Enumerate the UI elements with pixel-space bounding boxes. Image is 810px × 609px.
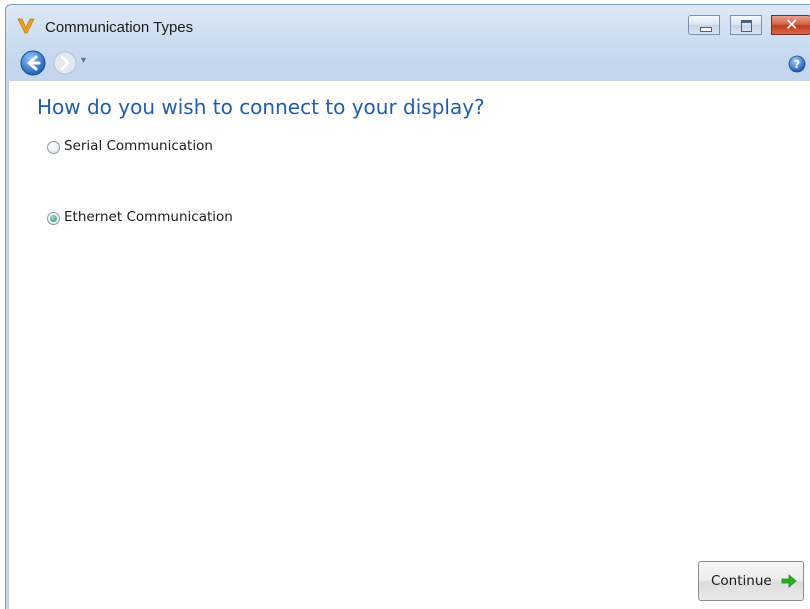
app-window: Communication Types ✕ ▾ ? How do you wis… xyxy=(5,4,810,609)
green-arrow-icon xyxy=(781,574,797,588)
continue-button-label: Continue xyxy=(711,573,772,589)
title-bar[interactable]: Communication Types ✕ xyxy=(6,5,810,41)
svg-text:?: ? xyxy=(794,58,800,71)
serial-radio[interactable] xyxy=(47,141,60,154)
maximize-button[interactable] xyxy=(730,15,762,35)
forward-arrow-icon[interactable] xyxy=(53,51,77,75)
maximize-icon xyxy=(741,20,752,32)
minimize-icon xyxy=(700,27,712,32)
close-button[interactable]: ✕ xyxy=(771,15,810,35)
window-title: Communication Types xyxy=(45,19,194,36)
back-arrow-icon[interactable] xyxy=(20,50,46,76)
page-heading: How do you wish to connect to your displ… xyxy=(37,95,485,119)
serial-option-label[interactable]: Serial Communication xyxy=(64,138,213,154)
nav-dropdown-icon[interactable]: ▾ xyxy=(81,55,86,66)
app-logo-icon xyxy=(17,18,35,34)
ethernet-radio[interactable] xyxy=(47,212,60,225)
help-icon[interactable]: ? xyxy=(788,55,806,73)
close-icon: ✕ xyxy=(785,15,799,34)
navigation-bar: ▾ ? xyxy=(6,45,810,79)
content-area: How do you wish to connect to your displ… xyxy=(8,81,810,609)
minimize-button[interactable] xyxy=(688,15,720,35)
ethernet-option-label[interactable]: Ethernet Communication xyxy=(64,209,233,225)
continue-button[interactable]: Continue xyxy=(698,561,804,601)
